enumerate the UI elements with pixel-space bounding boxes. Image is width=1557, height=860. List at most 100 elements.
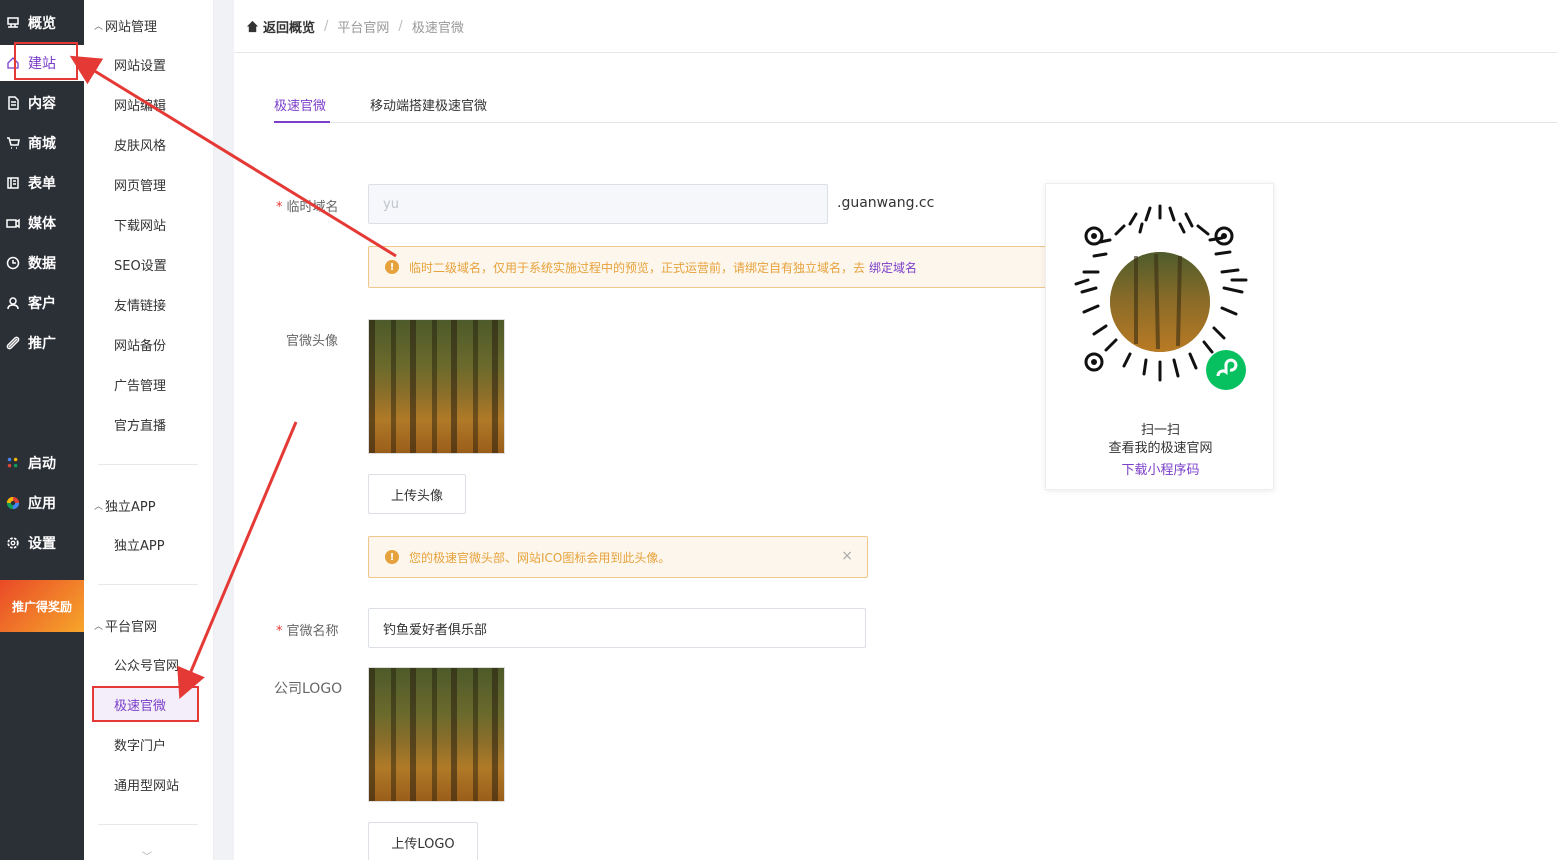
- submenu-item-pages[interactable]: 网页管理: [114, 175, 166, 194]
- nav-item-settings[interactable]: 设置: [0, 525, 84, 561]
- submenu-divider: [98, 584, 198, 585]
- nav-item-shop[interactable]: 商城: [0, 125, 84, 161]
- promo-label: 推广得奖励: [11, 599, 72, 614]
- breadcrumb-separator: /: [398, 18, 403, 34]
- tab-mobile-build[interactable]: 移动端搭建极速官微: [370, 95, 487, 114]
- submenu-group-title: 独立APP: [105, 500, 156, 515]
- domain-label: * 临时域名: [276, 200, 339, 215]
- breadcrumb-home[interactable]: 返回概览: [246, 17, 315, 36]
- nav-item-build[interactable]: 建站: [0, 45, 84, 81]
- mini-program-code: [1074, 204, 1248, 390]
- avatar-alert: ! 您的极速官微头部、网站ICO图标会用到此头像。 ×: [368, 536, 868, 578]
- download-mini-program-link[interactable]: 下载小程序码: [1046, 459, 1275, 478]
- nav-item-content[interactable]: 内容: [0, 85, 84, 121]
- submenu-group-website[interactable]: ︿ 网站管理: [94, 16, 157, 35]
- form-icon: [6, 176, 20, 190]
- breadcrumb-item[interactable]: 平台官网: [337, 17, 389, 36]
- overview-icon: [6, 16, 20, 30]
- submenu-item-general-site[interactable]: 通用型网站: [114, 775, 179, 794]
- submenu-group-platform[interactable]: ︿ 平台官网: [94, 616, 157, 635]
- submenu-item-links[interactable]: 友情链接: [114, 295, 166, 314]
- domain-input[interactable]: yu: [368, 184, 828, 224]
- submenu-group-app[interactable]: ︿ 独立APP: [94, 496, 156, 515]
- nav-item-media[interactable]: 媒体: [0, 205, 84, 241]
- nav-label: 概览: [28, 16, 56, 32]
- submenu-item-fast-micro[interactable]: 极速官微: [92, 686, 199, 722]
- submenu-item-portal[interactable]: 数字门户: [114, 735, 166, 754]
- submenu-item-site-edit[interactable]: 网站编辑: [114, 95, 166, 114]
- home-icon: [246, 20, 259, 32]
- qr-line1: 扫一扫: [1140, 423, 1180, 438]
- submenu-item-app[interactable]: 独立APP: [114, 535, 165, 554]
- logo-image: [368, 667, 505, 802]
- main-nav: 概览 建站 内容 商城 表单 媒体 数据 客户 推广 启动 应用 设置 推广得奖…: [0, 0, 84, 860]
- nav-item-promote[interactable]: 推广: [0, 325, 84, 361]
- breadcrumb: 返回概览 / 平台官网 / 极速官微: [234, 0, 1557, 52]
- nav-label: 推广: [28, 336, 56, 352]
- submenu-item-backup[interactable]: 网站备份: [114, 335, 166, 354]
- nav-item-overview[interactable]: 概览: [0, 5, 84, 41]
- nav-item-launch[interactable]: 启动: [0, 445, 84, 481]
- chevron-up-icon: ︿: [94, 502, 104, 512]
- logo-label: 公司LOGO: [274, 681, 343, 697]
- nav-item-form[interactable]: 表单: [0, 165, 84, 201]
- promo-banner[interactable]: 推广得奖励: [0, 580, 84, 632]
- close-icon[interactable]: ×: [841, 548, 853, 564]
- submenu-item-seo[interactable]: SEO设置: [114, 255, 167, 274]
- breadcrumb-item: 极速官微: [411, 20, 464, 36]
- submenu-item-live[interactable]: 官方直播: [114, 415, 166, 434]
- settings-icon: [6, 536, 20, 550]
- domain-alert: ! 临时二级域名，仅用于系统实施过程中的预览，正式运营前，请绑定自有独立域名，去…: [368, 246, 1058, 288]
- main-card: 极速官微 移动端搭建极速官微 * 临时域名 yu .guanwang.cc ! 临…: [234, 52, 1557, 860]
- bind-domain-link[interactable]: 绑定域名: [869, 259, 917, 276]
- nav-label: 内容: [28, 96, 56, 112]
- nav-label: 应用: [28, 496, 56, 512]
- tab-fast-micro[interactable]: 极速官微: [274, 95, 326, 114]
- nav-label: 启动: [28, 456, 56, 472]
- nav-label: 客户: [28, 296, 56, 312]
- nav-label: 数据: [28, 256, 56, 272]
- submenu-group-title: 网站管理: [105, 20, 158, 35]
- upload-avatar-button[interactable]: 上传头像: [368, 474, 466, 514]
- name-input[interactable]: 钓鱼爱好者俱乐部: [368, 608, 866, 648]
- breadcrumb-separator: /: [324, 18, 329, 34]
- upload-logo-button[interactable]: 上传LOGO: [368, 822, 478, 860]
- customer-icon: [6, 296, 20, 310]
- submenu-item-site-settings[interactable]: 网站设置: [114, 55, 166, 74]
- nav-label: 建站: [28, 56, 56, 72]
- chevron-up-icon: ︿: [94, 622, 104, 632]
- nav-label: 设置: [28, 536, 56, 552]
- submenu-item-download[interactable]: 下载网站: [114, 215, 166, 234]
- nav-item-apps[interactable]: 应用: [0, 485, 84, 521]
- launch-icon: [6, 456, 20, 470]
- nav-label: 表单: [28, 176, 56, 192]
- cart-icon: [6, 136, 20, 150]
- submenu-item-ads[interactable]: 广告管理: [114, 375, 166, 394]
- submenu: ︿ 网站管理 网站设置 网站编辑 皮肤风格 网页管理 下载网站 SEO设置 友情…: [84, 0, 214, 860]
- chevron-up-icon: ︿: [94, 22, 104, 32]
- nav-item-data[interactable]: 数据: [0, 245, 84, 281]
- submenu-item-skin[interactable]: 皮肤风格: [114, 135, 166, 154]
- tab-active-indicator: [274, 121, 330, 123]
- qr-line2: 查看我的极速官网: [1108, 441, 1213, 456]
- avatar-label: 官微头像: [286, 334, 339, 349]
- name-label: * 官微名称: [276, 624, 339, 639]
- data-icon: [6, 256, 20, 270]
- qr-card: 扫一扫 查看我的极速官网 下载小程序码: [1045, 183, 1274, 490]
- avatar-alert-text: 您的极速官微头部、网站ICO图标会用到此头像。: [409, 550, 671, 565]
- nav-item-customer[interactable]: 客户: [0, 285, 84, 321]
- apps-icon: [6, 496, 20, 510]
- nav-label: 商城: [28, 136, 56, 152]
- submenu-divider: [98, 464, 198, 465]
- home-icon: [6, 56, 20, 70]
- breadcrumb-home-label: 返回概览: [263, 20, 316, 36]
- warning-icon: !: [385, 260, 399, 274]
- content-icon: [6, 96, 20, 110]
- nav-label: 媒体: [28, 216, 56, 232]
- chevron-down-icon[interactable]: ﹀: [142, 848, 152, 860]
- warning-icon: !: [385, 550, 399, 564]
- submenu-item-wechat-site[interactable]: 公众号官网: [114, 655, 179, 674]
- domain-suffix: .guanwang.cc: [837, 195, 935, 211]
- media-icon: [6, 216, 20, 230]
- tab-bar: 极速官微 移动端搭建极速官微: [274, 93, 1557, 123]
